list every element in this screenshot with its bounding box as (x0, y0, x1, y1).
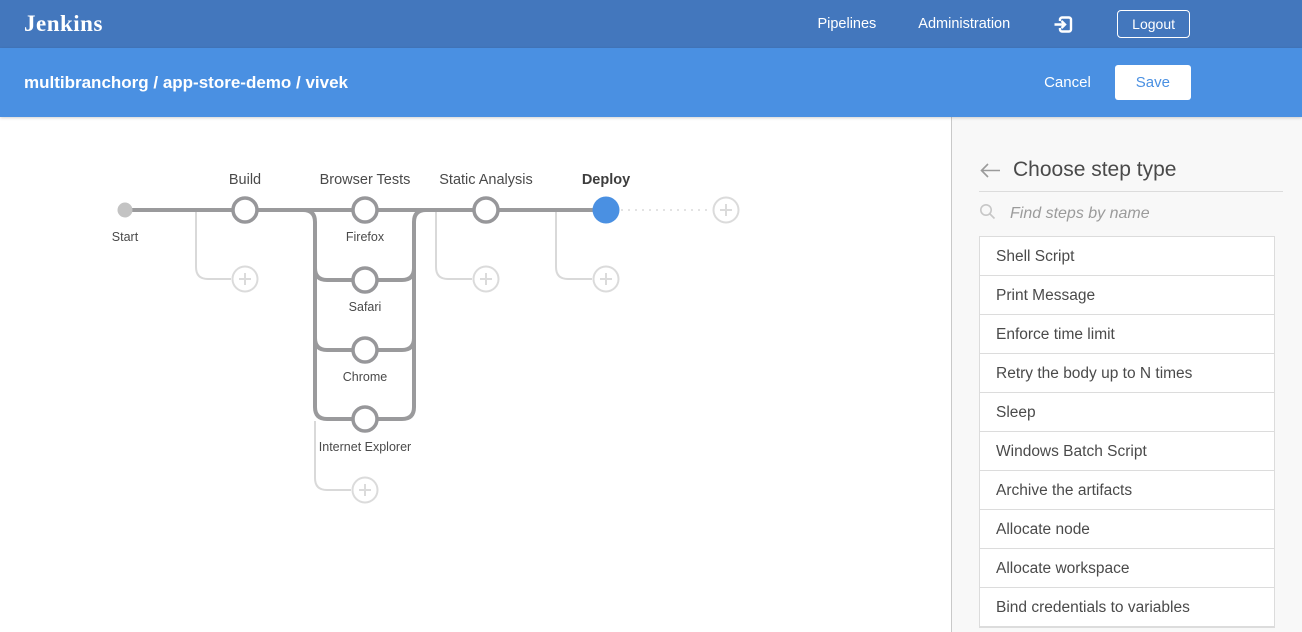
branch-label-safari: Safari (349, 300, 382, 314)
internet-explorer-branch-node[interactable] (353, 407, 377, 431)
firefox-branch-node[interactable] (353, 198, 377, 222)
jenkins-logo[interactable]: Jenkins (24, 11, 103, 37)
step-list-item[interactable]: Print Message (980, 276, 1274, 315)
stage-label-static-analysis: Static Analysis (439, 172, 533, 188)
step-list-item[interactable]: Archive the artifacts (980, 471, 1274, 510)
step-list-item[interactable]: Shell Script (980, 237, 1274, 276)
editor-toolbar: multibranchorg / app-store-demo / vivek … (0, 48, 1302, 117)
save-button[interactable]: Save (1115, 65, 1191, 100)
exit-to-app-icon[interactable] (1052, 13, 1075, 36)
step-list-item[interactable]: Allocate node (980, 510, 1274, 549)
stage-label-deploy: Deploy (582, 172, 630, 188)
add-stage-below-deploy-button[interactable] (594, 267, 619, 292)
step-list-item[interactable]: Bind credentials to variables (980, 588, 1274, 627)
add-stage-below-static-analysis-button[interactable] (474, 267, 499, 292)
step-search-input[interactable] (1008, 204, 1258, 224)
top-nav-bar: Jenkins Pipelines Administration Logout (0, 0, 1302, 48)
add-parallel-branch-button[interactable] (353, 478, 378, 503)
nav-administration[interactable]: Administration (918, 16, 1010, 32)
stage-label-build: Build (229, 172, 261, 188)
step-list-item[interactable]: Windows Batch Script (980, 432, 1274, 471)
chrome-branch-node[interactable] (353, 338, 377, 362)
add-stage-below-build-button[interactable] (233, 267, 258, 292)
top-nav-links: Pipelines Administration Logout (817, 10, 1190, 38)
panel-title: Choose step type (1013, 158, 1176, 182)
deploy-stage-node-selected[interactable] (593, 197, 620, 224)
branch-label-firefox: Firefox (346, 230, 385, 244)
pipeline-canvas: Build Browser Tests Static Analysis Depl… (0, 117, 951, 632)
add-stage-end-button[interactable] (714, 198, 739, 223)
step-list-item[interactable]: Sleep (980, 393, 1274, 432)
cancel-button[interactable]: Cancel (1044, 74, 1091, 91)
step-list-item[interactable]: Allocate workspace (980, 549, 1274, 588)
step-picker-panel: Choose step type Shell Script Print Mess… (951, 117, 1302, 632)
start-node (118, 203, 133, 218)
start-label: Start (112, 230, 139, 244)
search-icon (979, 203, 996, 225)
step-list-item[interactable]: Enforce time limit (980, 315, 1274, 354)
breadcrumb: multibranchorg / app-store-demo / vivek (24, 73, 348, 93)
branch-label-chrome: Chrome (343, 370, 388, 384)
nav-pipelines[interactable]: Pipelines (817, 16, 876, 32)
editor-content: Build Browser Tests Static Analysis Depl… (0, 117, 1302, 632)
static-analysis-stage-node[interactable] (474, 198, 498, 222)
editor-actions: Cancel Save (1044, 65, 1191, 100)
step-list-item[interactable]: Retry the body up to N times (980, 354, 1274, 393)
back-arrow-icon[interactable] (979, 162, 1002, 179)
safari-branch-node[interactable] (353, 268, 377, 292)
step-type-list: Shell Script Print Message Enforce time … (979, 236, 1275, 628)
branch-label-internet-explorer: Internet Explorer (319, 440, 411, 454)
stage-label-browser-tests: Browser Tests (320, 172, 411, 188)
build-stage-node[interactable] (233, 198, 257, 222)
logout-button[interactable]: Logout (1117, 10, 1190, 38)
